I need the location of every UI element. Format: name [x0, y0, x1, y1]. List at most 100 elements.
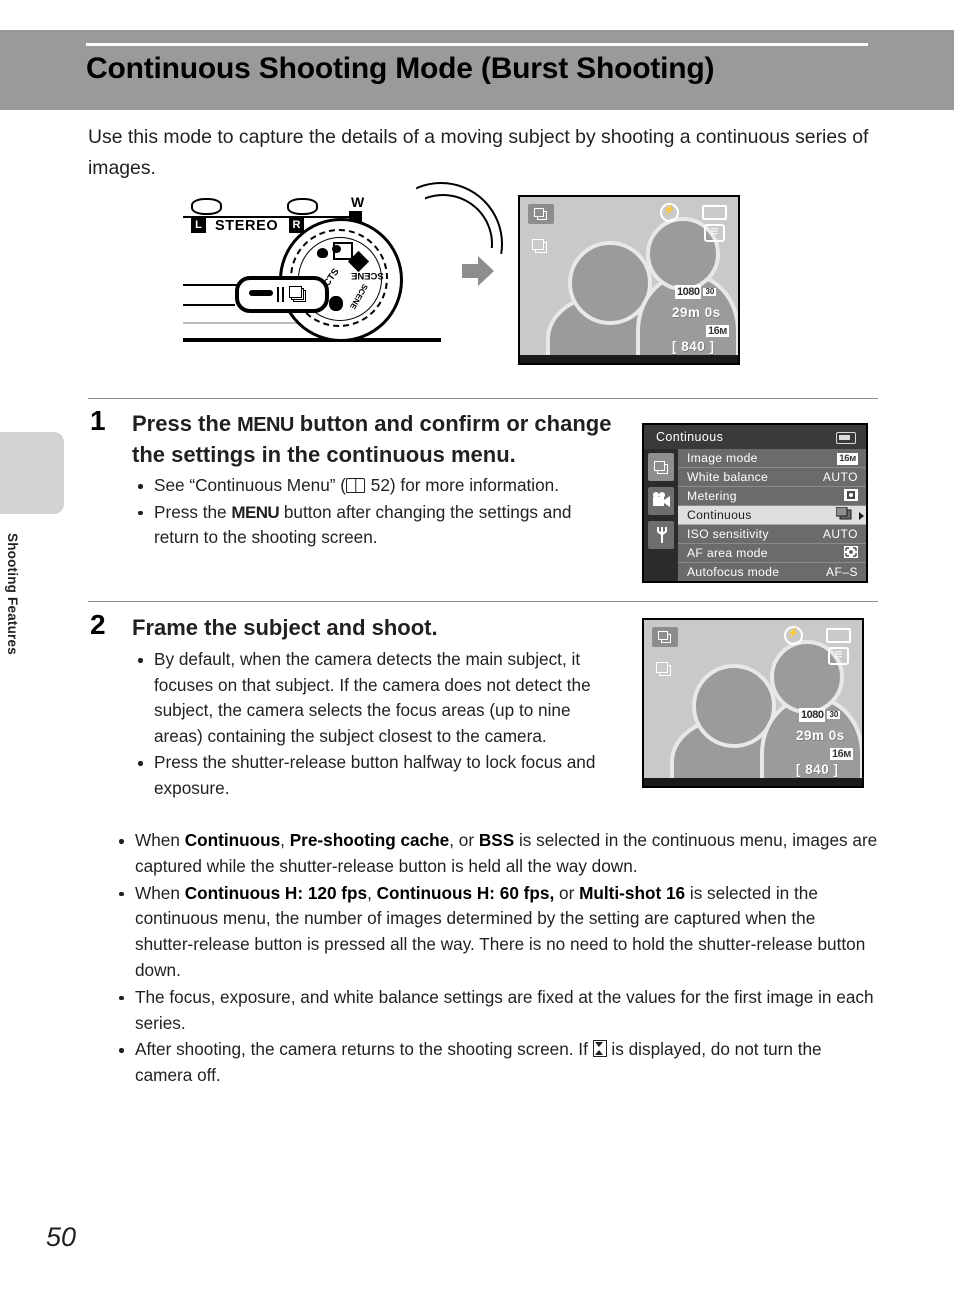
menu-row-iso-sensitivity[interactable]: ISO sensitivity AUTO — [678, 525, 866, 544]
step-1-number: 1 — [90, 405, 106, 436]
page-number: 50 — [46, 1222, 77, 1252]
menu-title: Continuous — [644, 425, 866, 449]
metering-icon — [844, 488, 858, 501]
emphasis-text: Continuous — [184, 830, 281, 850]
step-divider-1 — [88, 398, 878, 399]
menu-row-value: AUTO — [822, 527, 858, 541]
flash-off-icon: ⚡ — [660, 203, 679, 222]
camera-edge-line — [183, 284, 243, 286]
menu-rows: Image mode 16м White balance AUTO Meteri… — [678, 449, 866, 581]
menu-row-metering[interactable]: Metering — [678, 487, 866, 506]
vibration-reduction-icon: ☵ — [828, 647, 849, 665]
hourglass-icon — [592, 1040, 607, 1058]
dial-tick — [277, 287, 279, 302]
mic-left-label: L — [191, 218, 206, 233]
list-item: When Continuous, Pre-shooting cache, or … — [113, 828, 878, 880]
menu-row-label: ISO sensitivity — [687, 527, 769, 541]
body-text: , or — [449, 830, 479, 850]
menu-row-value: AUTO — [822, 470, 858, 484]
body-text: The focus, exposure, and white balance s… — [135, 986, 874, 1033]
intro-paragraph: Use this mode to capture the details of … — [88, 126, 869, 179]
illustration-row: L STEREO R W SCENE SCENE EFFECTS — [88, 182, 878, 375]
body-text: When — [135, 882, 185, 903]
selected-dial-position-highlight — [235, 276, 329, 313]
emphasis-text: Continuous H: 60 fps, — [376, 882, 555, 903]
bullet-text-pre: Press the — [154, 501, 232, 522]
menu-row-af-area-mode[interactable]: AF area mode — [678, 544, 866, 563]
lcd-bottom-bar — [644, 778, 862, 786]
continuous-mode-badge — [528, 204, 554, 224]
bullet-text-pre: See “Continuous Menu” ( — [154, 475, 347, 495]
menu-row-image-mode[interactable]: Image mode 16м — [678, 449, 866, 468]
battery-icon — [836, 432, 856, 444]
menu-row-value — [844, 544, 858, 563]
menu-row-value: AF–S — [825, 565, 858, 579]
book-icon — [346, 478, 366, 493]
tab-movie-menu[interactable] — [648, 487, 674, 515]
bullet-text-page: 52) for more information. — [366, 475, 559, 495]
lcd-screen-content: ⚡ ☵ 1080 30 29m 0s 16м [ 840 ] — [644, 620, 862, 786]
microphone-left-icon — [191, 198, 222, 215]
vibration-reduction-icon: ☵ — [704, 224, 725, 242]
dial-effects-icon — [329, 296, 343, 311]
continuous-menu-screenshot: Continuous Image mode 16м White balance … — [642, 423, 868, 583]
record-time-remaining: 29m 0s — [796, 728, 845, 743]
list-item: By default, when the camera detects the … — [132, 647, 612, 749]
af-area-icon — [844, 545, 858, 558]
list-item: When Continuous H: 120 fps, Continuous H… — [113, 881, 878, 984]
additional-notes-list: When Continuous, Pre-shooting cache, or … — [113, 828, 878, 1090]
emphasis-text: BSS — [478, 830, 515, 850]
body-text: , — [280, 830, 290, 850]
menu-row-continuous[interactable]: Continuous — [678, 506, 866, 525]
header-rule — [86, 43, 868, 46]
page-title: Continuous Shooting Mode (Burst Shooting… — [86, 52, 715, 85]
emphasis-text: Multi-shot 16 — [579, 882, 686, 903]
right-arrow-icon — [462, 256, 494, 286]
menu-row-white-balance[interactable]: White balance AUTO — [678, 468, 866, 487]
battery-icon — [826, 628, 851, 643]
menu-row-value: 16м — [837, 453, 858, 465]
menu-button-label: MENU — [231, 502, 280, 522]
menu-row-label: AF area mode — [687, 546, 768, 560]
step-2-bullets: By default, when the camera detects the … — [132, 647, 612, 803]
step-divider-2 — [88, 601, 878, 602]
image-size-badge: 16м — [706, 325, 729, 337]
record-time-remaining: 29m 0s — [672, 305, 721, 320]
list-item: Press the MENU button after changing the… — [132, 500, 612, 551]
body-text: or — [554, 882, 580, 903]
dial-indicator-line — [249, 290, 273, 296]
menu-row-autofocus-mode[interactable]: Autofocus mode AF–S — [678, 563, 866, 581]
tab-shooting-menu[interactable] — [648, 453, 674, 481]
step-2-number: 2 — [90, 609, 106, 640]
step-1-heading-pre: Press the — [132, 411, 238, 436]
tab-setup-menu[interactable] — [648, 521, 674, 549]
menu-row-label: Metering — [687, 489, 737, 503]
chevron-right-icon — [859, 512, 864, 520]
movie-resolution-label: 1080 — [675, 285, 702, 299]
body-text: After shooting, the camera returns to th… — [135, 1039, 593, 1060]
stereo-label: STEREO — [215, 218, 279, 234]
camera-base-line — [183, 338, 441, 342]
menu-row-value — [835, 506, 852, 525]
lcd-preview-bottom: ⚡ ☵ 1080 30 29m 0s 16м [ 840 ] — [642, 618, 864, 788]
burst-icon — [835, 506, 852, 520]
flash-off-icon: ⚡ — [784, 626, 803, 645]
movie-camera-icon — [653, 492, 670, 507]
emphasis-text: Pre-shooting cache — [289, 830, 450, 850]
shooting-menu-icon — [654, 461, 669, 474]
menu-row-label: Continuous — [687, 508, 752, 522]
section-tab-marker — [0, 432, 64, 514]
lcd-screen-content: ⚡ ☵ 1080 30 29m 0s 16м [ 840 ] — [520, 197, 738, 363]
burst-icon — [658, 631, 671, 643]
burst-status-icon — [532, 239, 548, 254]
burst-status-icon — [656, 662, 672, 677]
body-text: When — [135, 830, 185, 850]
continuous-mode-badge — [652, 627, 678, 647]
movie-quality-badge: 1080 30 — [675, 285, 717, 299]
emphasis-text: Continuous H: 120 fps — [184, 882, 368, 903]
zoom-wide-label: W — [351, 194, 365, 210]
menu-row-value — [844, 487, 858, 506]
step-1-bullets: See “Continuous Menu” ( 52) for more inf… — [132, 473, 612, 552]
continuous-mode-icon — [289, 286, 306, 302]
dial-pet-icon — [317, 248, 328, 258]
